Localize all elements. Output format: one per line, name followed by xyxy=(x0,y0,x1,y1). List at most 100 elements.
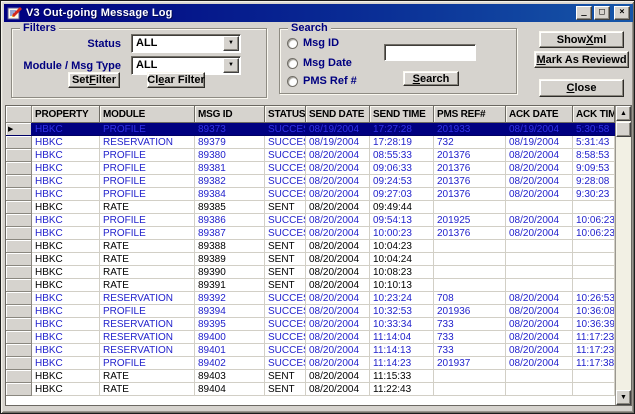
table-row[interactable]: HBKCRESERVATION89401SUCCESS08/20/200411:… xyxy=(6,344,615,357)
cell-pms-ref: 708 xyxy=(434,292,506,305)
clear-filter-button[interactable]: Clear Filter xyxy=(147,72,205,88)
cell-ack-time: 9:09:53 xyxy=(573,162,615,175)
column-header[interactable]: PROPERTY xyxy=(32,106,100,123)
cell-status: SUCCESS xyxy=(265,292,306,305)
row-selector[interactable] xyxy=(6,266,32,279)
cell-send-time: 10:10:13 xyxy=(370,279,434,292)
table-row[interactable]: HBKCPROFILE89394SUCCESS08/20/200410:32:5… xyxy=(6,305,615,318)
cell-property: HBKC xyxy=(32,383,100,396)
mark-as-reviewed-button[interactable]: Mark As Reviewd xyxy=(534,51,629,68)
column-header[interactable]: PMS REF# xyxy=(434,106,506,123)
table-row[interactable]: HBKCPROFILE89386SUCCESS08/20/200409:54:1… xyxy=(6,214,615,227)
cell-ack-date: 08/20/2004 xyxy=(506,305,573,318)
show-xml-button[interactable]: Show Xml xyxy=(539,31,624,48)
row-selector[interactable] xyxy=(6,344,32,357)
row-selector[interactable] xyxy=(6,292,32,305)
row-selector[interactable] xyxy=(6,214,32,227)
table-row[interactable]: HBKCRESERVATION89392SUCCESS08/20/200410:… xyxy=(6,292,615,305)
cell-property: HBKC xyxy=(32,162,100,175)
row-selector[interactable] xyxy=(6,175,32,188)
cell-status: SUCCESS xyxy=(265,136,306,149)
row-selector[interactable] xyxy=(6,162,32,175)
row-selector[interactable] xyxy=(6,357,32,370)
search-button[interactable]: Search xyxy=(403,71,459,86)
scroll-down-button[interactable]: ▼ xyxy=(616,390,631,405)
scrollbar-track[interactable] xyxy=(616,137,631,390)
column-header[interactable]: MODULE xyxy=(100,106,195,123)
table-row[interactable]: HBKCPROFILE89387SUCCESS08/20/200410:00:2… xyxy=(6,227,615,240)
table-row[interactable]: ▶HBKCPROFILE89373SUCCESS08/19/200417:27:… xyxy=(6,123,615,136)
row-selector[interactable] xyxy=(6,305,32,318)
filters-legend: Filters xyxy=(20,22,59,35)
table-row[interactable]: HBKCRESERVATION89379SUCCESS08/19/200417:… xyxy=(6,136,615,149)
close-button[interactable]: Close xyxy=(539,79,624,97)
module-dropdown-arrow-icon[interactable]: ▼ xyxy=(223,58,239,73)
set-filter-button[interactable]: Set Filter xyxy=(68,72,120,88)
cell-property: HBKC xyxy=(32,123,100,136)
row-selector[interactable] xyxy=(6,149,32,162)
status-dropdown-arrow-icon[interactable]: ▼ xyxy=(223,36,239,51)
table-row[interactable]: HBKCRATE89391SENT08/20/200410:10:13 xyxy=(6,279,615,292)
window-title: V3 Out-going Message Log xyxy=(26,7,576,19)
radio-button-icon[interactable] xyxy=(287,58,298,69)
table-row[interactable]: HBKCPROFILE89381SUCCESS08/20/200409:06:3… xyxy=(6,162,615,175)
table-row[interactable]: HBKCPROFILE89382SUCCESS08/20/200409:24:5… xyxy=(6,175,615,188)
column-header[interactable]: ACK TIME xyxy=(573,106,615,123)
cell-status: SUCCESS xyxy=(265,149,306,162)
minimize-button[interactable]: _ xyxy=(576,6,592,20)
column-header[interactable]: SEND TIME xyxy=(370,106,434,123)
row-selector[interactable] xyxy=(6,240,32,253)
radio-button-icon[interactable] xyxy=(287,38,298,49)
scrollbar-thumb[interactable] xyxy=(616,122,631,137)
cell-msg-id: 89394 xyxy=(195,305,265,318)
cell-ack-date: 08/20/2004 xyxy=(506,149,573,162)
cell-ack-date xyxy=(506,240,573,253)
row-selector[interactable] xyxy=(6,318,32,331)
radio-button-icon[interactable] xyxy=(287,76,298,87)
table-row[interactable]: HBKCPROFILE89384SUCCESS08/20/200409:27:0… xyxy=(6,188,615,201)
column-header[interactable]: SEND DATE xyxy=(306,106,370,123)
search-input[interactable] xyxy=(384,44,476,61)
row-selector[interactable] xyxy=(6,188,32,201)
cell-msg-id: 89389 xyxy=(195,253,265,266)
row-selector[interactable] xyxy=(6,383,32,396)
status-select[interactable]: ALL ▼ xyxy=(131,34,241,53)
vertical-scrollbar[interactable]: ▲ ▼ xyxy=(615,106,631,405)
row-selector[interactable] xyxy=(6,201,32,214)
radio-msg-date[interactable]: Msg Date xyxy=(287,57,352,69)
row-selector[interactable] xyxy=(6,227,32,240)
column-header[interactable]: STATUS xyxy=(265,106,306,123)
table-row[interactable]: HBKCRATE89385SENT08/20/200409:49:44 xyxy=(6,201,615,214)
cell-msg-id: 89400 xyxy=(195,331,265,344)
title-bar[interactable]: V3 Out-going Message Log _ □ × xyxy=(4,4,633,22)
cell-pms-ref: 732 xyxy=(434,136,506,149)
column-header[interactable]: MSG ID xyxy=(195,106,265,123)
close-window-button[interactable]: × xyxy=(614,6,630,20)
cell-property: HBKC xyxy=(32,331,100,344)
row-selector[interactable] xyxy=(6,370,32,383)
table-row[interactable]: HBKCPROFILE89402SUCCESS08/20/200411:14:2… xyxy=(6,357,615,370)
row-selector[interactable] xyxy=(6,279,32,292)
table-row[interactable]: HBKCRATE89404SENT08/20/200411:22:43 xyxy=(6,383,615,396)
table-row[interactable]: HBKCRATE89389SENT08/20/200410:04:24 xyxy=(6,253,615,266)
cell-ack-date: 08/20/2004 xyxy=(506,214,573,227)
row-pointer-icon[interactable]: ▶ xyxy=(6,123,32,136)
column-header[interactable]: ACK DATE xyxy=(506,106,573,123)
table-row[interactable]: HBKCRATE89403SENT08/20/200411:15:33 xyxy=(6,370,615,383)
table-row[interactable]: HBKCRATE89390SENT08/20/200410:08:23 xyxy=(6,266,615,279)
table-row[interactable]: HBKCRESERVATION89395SUCCESS08/20/200410:… xyxy=(6,318,615,331)
cell-status: SENT xyxy=(265,266,306,279)
row-selector[interactable] xyxy=(6,331,32,344)
radio-msg-id[interactable]: Msg ID xyxy=(287,37,339,49)
table-row[interactable]: HBKCPROFILE89380SUCCESS08/20/200408:55:3… xyxy=(6,149,615,162)
cell-send-date: 08/20/2004 xyxy=(306,292,370,305)
scroll-up-button[interactable]: ▲ xyxy=(616,106,631,121)
maximize-button[interactable]: □ xyxy=(594,6,610,20)
cell-msg-id: 89388 xyxy=(195,240,265,253)
table-row[interactable]: HBKCRESERVATION89400SUCCESS08/20/200411:… xyxy=(6,331,615,344)
row-selector[interactable] xyxy=(6,136,32,149)
cell-property: HBKC xyxy=(32,227,100,240)
radio-pms-ref[interactable]: PMS Ref # xyxy=(287,75,357,87)
row-selector[interactable] xyxy=(6,253,32,266)
table-row[interactable]: HBKCRATE89388SENT08/20/200410:04:23 xyxy=(6,240,615,253)
